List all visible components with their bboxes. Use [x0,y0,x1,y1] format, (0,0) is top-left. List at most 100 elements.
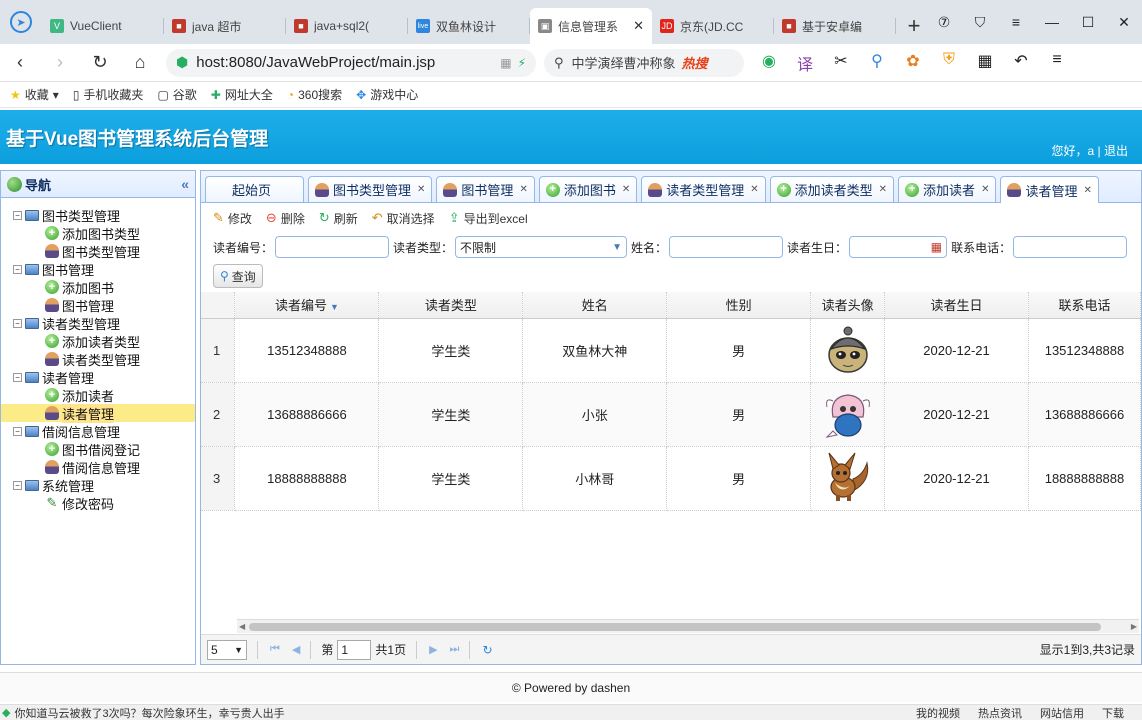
status-item[interactable]: 下载 [1102,705,1124,720]
export-excel-button[interactable]: ⇪ 导出到excel [449,210,528,227]
bookmark-item[interactable]: ◔ 360搜索 [287,86,342,103]
nav-item[interactable]: 图书类型管理 [1,242,195,260]
forward-button[interactable]: › [40,52,80,73]
bookmark-item[interactable]: ✥ 游戏中心 [356,86,418,103]
bookmark-item[interactable]: ▢ 谷歌 [157,86,196,103]
scroll-left-icon[interactable]: ◀ [239,620,245,634]
column-header[interactable]: 读者头像 [810,292,886,319]
home-button[interactable]: ⌂ [120,52,160,73]
close-icon[interactable]: ✕ [750,184,758,195]
content-tab[interactable]: 图书管理 ✕ [436,176,535,202]
first-page-icon[interactable]: ⏮ [270,643,280,656]
user-greeting[interactable]: 您好，a | 退出 [1052,142,1128,159]
browser-tab[interactable]: live 双鱼林设计 [408,8,530,44]
table-row[interactable]: 2 13688886666 学生类 小张男 2020-12-21 13688886666 [201,382,1141,447]
close-icon[interactable]: ✕ [622,184,630,195]
security-icon[interactable]: ⛨ [936,51,962,75]
nav-group[interactable]: − 读者管理 [1,368,195,386]
nav-group[interactable]: − 图书管理 [1,260,195,278]
chevron-down-icon[interactable]: ▾ [53,88,59,102]
bookmark-item[interactable]: ✚ 网址大全 [211,86,273,103]
column-header[interactable]: 性别 [666,292,812,319]
undo-icon[interactable]: ↶ [1008,51,1034,75]
delete-button[interactable]: ⊖ 删除 [266,210,305,227]
close-icon[interactable]: ✕ [981,184,989,195]
browser-tab[interactable]: ■ java+sql2( [286,8,408,44]
browser-tab[interactable]: JD 京东(JD.CC [652,8,774,44]
prev-page-icon[interactable]: ◀ [292,643,300,656]
browser-tab[interactable]: V VueClient [42,8,164,44]
query-button[interactable]: ⚲ 查询 [213,264,263,288]
column-header[interactable]: 读者类型 [378,292,524,319]
column-header[interactable]: 联系电话 [1028,292,1141,319]
close-icon[interactable]: ✕ [879,184,887,195]
birthday-input[interactable]: ▦ [849,236,948,258]
minimize-button[interactable]: — [1034,14,1070,30]
nav-item[interactable]: + 添加读者 [1,386,195,404]
reload-page-icon[interactable]: ↻ [482,643,492,657]
nav-item[interactable]: 借阅信息管理 [1,458,195,476]
table-row[interactable]: 3 18888888888 学生类 小林哥男 2020-12-21 18888888888 [201,446,1141,511]
nav-item[interactable]: 读者管理 [1,403,195,423]
collapse-toggle-icon[interactable]: − [13,264,22,274]
bookmark-item[interactable]: ★ 收藏 ▾ [10,86,59,103]
column-header[interactable]: 姓名 [522,292,668,319]
browser-tab[interactable]: ■ java 超市 [164,8,286,44]
apps-grid-icon[interactable]: ▦ [972,51,998,75]
close-icon[interactable]: ✕ [519,184,527,195]
nav-group[interactable]: − 读者类型管理 [1,314,195,332]
collapse-toggle-icon[interactable]: − [13,210,22,220]
reader-no-input[interactable] [275,236,390,258]
refresh-button[interactable]: ↻ 刷新 [319,210,358,227]
nav-group[interactable]: − 图书类型管理 [1,206,195,224]
url-field[interactable]: ⬢ host:8080/JavaWebProject/main.jsp ▦ ⚡ [166,48,536,77]
nav-item[interactable]: + 添加读者类型 [1,332,195,350]
hot-search-badge[interactable]: 热搜 [682,53,708,72]
column-header[interactable]: 读者生日 [884,292,1029,319]
close-window-button[interactable]: ✕ [1106,14,1142,31]
phone-input[interactable] [1013,236,1128,258]
collapse-toggle-icon[interactable]: − [13,372,22,382]
status-news[interactable]: 你知道马云被救了3次吗？每次险象环生，幸亏贵人出手 [10,705,916,720]
scroll-thumb[interactable] [249,623,1101,631]
content-tab[interactable]: 读者类型管理 ✕ [641,176,766,202]
close-tab-icon[interactable]: ✕ [633,18,644,34]
shirt-icon[interactable]: ⛉ [962,14,998,31]
maximize-button[interactable]: ☐ [1070,14,1106,31]
close-icon[interactable]: ✕ [417,184,425,195]
search-zoom-icon[interactable]: ⚲ [864,51,890,75]
calendar-icon[interactable]: ▦ [931,240,942,254]
content-tab[interactable]: + 添加图书 ✕ [538,176,638,202]
status-item[interactable]: 网站信用 [1040,705,1084,720]
game-icon[interactable]: ✿ [900,51,926,75]
name-input[interactable] [669,236,784,258]
collapse-toggle-icon[interactable]: − [13,318,22,328]
nav-item[interactable]: + 添加图书类型 [1,224,195,242]
nav-item[interactable]: 图书管理 [1,296,195,314]
content-tab[interactable]: 读者管理 ✕ [1000,176,1099,203]
nav-item[interactable]: 读者类型管理 [1,350,195,368]
browser-tab[interactable]: ▣ 信息管理系 ✕ [530,8,652,44]
nav-item[interactable]: ✎ 修改密码 [1,494,195,512]
nav-item[interactable]: + 图书借阅登记 [1,440,195,458]
bookmark-item[interactable]: ▯ 手机收藏夹 [73,86,144,103]
close-icon[interactable]: ✕ [1083,185,1091,196]
qr-icon[interactable]: ▦ [500,56,511,70]
nav-group[interactable]: − 系统管理 [1,476,195,494]
scroll-right-icon[interactable]: ▶ [1131,620,1137,634]
content-tab[interactable]: 图书类型管理 ✕ [308,176,433,202]
column-header[interactable]: 读者编号 ▼ [234,292,380,319]
collapse-toggle-icon[interactable]: − [13,426,22,436]
page-number-input[interactable]: 1 [337,639,372,660]
horizontal-scrollbar[interactable]: ◀ ▶ [237,619,1139,633]
browser-tab[interactable]: ■ 基于安卓编 [774,8,896,44]
status-item[interactable]: 热点资讯 [978,705,1022,720]
table-row[interactable]: 1 13512348888 学生类 双鱼林大神男 2020-12-21 135123488… [201,318,1141,383]
menu-icon[interactable]: ≡ [998,14,1034,30]
browser-menu-icon[interactable]: ≡ [1044,51,1070,75]
nav-item[interactable]: + 添加图书 [1,278,195,296]
status-item[interactable]: 我的视频 [916,705,960,720]
content-tab[interactable]: + 添加读者 ✕ [898,176,997,202]
translate-icon[interactable]: 译 [792,51,818,75]
chat-icon[interactable]: ◉ [756,51,782,75]
